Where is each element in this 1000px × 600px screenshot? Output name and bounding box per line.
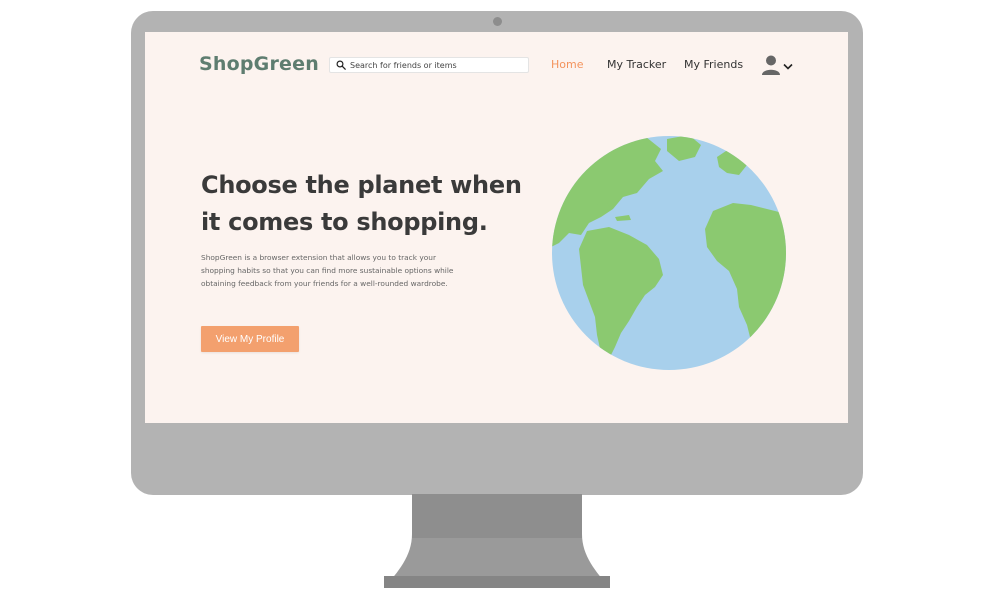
webcam [493, 17, 502, 26]
nav-home[interactable]: Home [551, 58, 583, 71]
chevron-down-icon [783, 63, 793, 70]
hero-headline-line: Choose the planet when [201, 171, 522, 199]
search-bar[interactable] [329, 57, 529, 73]
monitor-chin [131, 423, 863, 495]
search-input[interactable] [346, 58, 520, 72]
search-icon [336, 60, 346, 70]
hero-description-line: shopping habits so that you can find mor… [201, 266, 454, 275]
monitor-frame: ShopGreen Home My Tracker My Friends Cho… [131, 11, 863, 495]
monitor-stand [384, 494, 610, 588]
view-profile-button[interactable]: View My Profile [201, 326, 299, 352]
nav-my-friends[interactable]: My Friends [684, 58, 743, 71]
hero-headline-line: it comes to shopping. [201, 208, 488, 236]
nav-my-tracker[interactable]: My Tracker [607, 58, 666, 71]
profile-menu[interactable] [761, 54, 795, 76]
hero-description-line: obtaining feedback from your friends for… [201, 279, 448, 288]
user-icon [762, 55, 780, 75]
brand-logo[interactable]: ShopGreen [199, 53, 319, 75]
hero-description: ShopGreen is a browser extension that al… [201, 251, 501, 290]
earth-globe-illustration [552, 136, 786, 370]
hero-description-line: ShopGreen is a browser extension that al… [201, 253, 436, 262]
screen: ShopGreen Home My Tracker My Friends Cho… [145, 32, 848, 423]
hero-headline: Choose the planet when it comes to shopp… [201, 167, 541, 241]
